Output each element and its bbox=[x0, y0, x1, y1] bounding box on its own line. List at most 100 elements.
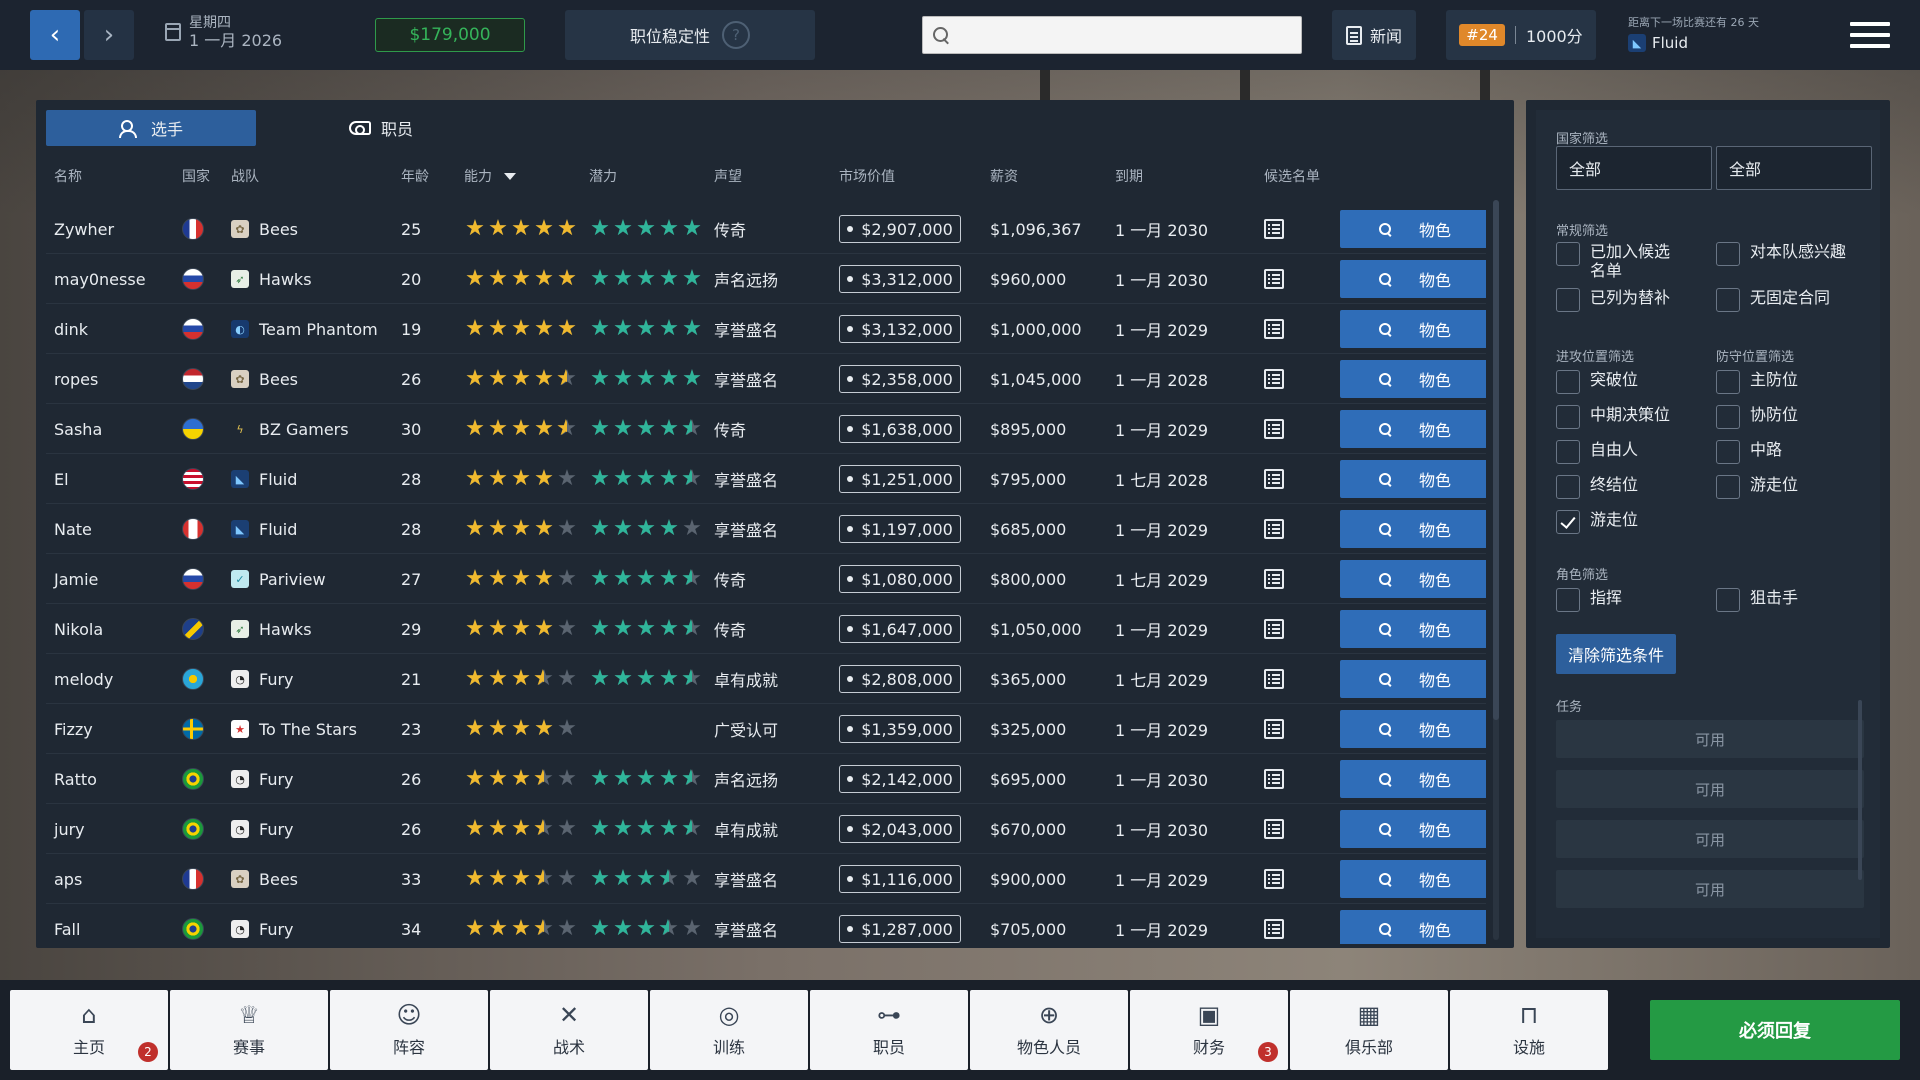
team-cell[interactable]: ϟ BZ Gamers bbox=[231, 404, 349, 454]
player-name[interactable]: Nate bbox=[54, 504, 92, 554]
shortlist-button[interactable] bbox=[1264, 254, 1284, 304]
shortlist-button[interactable] bbox=[1264, 204, 1284, 254]
nav-item-squad[interactable]: ☺ 阵容 bbox=[330, 990, 488, 1070]
shortlist-button[interactable] bbox=[1264, 854, 1284, 904]
scout-button[interactable]: 物色 bbox=[1340, 560, 1486, 598]
team-cell[interactable]: ➶ Hawks bbox=[231, 254, 312, 304]
player-name[interactable]: Sasha bbox=[54, 404, 102, 454]
job-security-button[interactable]: 职位稳定性 ? bbox=[565, 10, 815, 60]
table-row[interactable]: ropes ✿ Bees 26 ★ ★ ★ ★ ★ ★ ★ ★ ★ ★ ★ ★ ★ ★ ★ ★ ★ ★ ★ ★ 享誉盛名 $2,3… bbox=[46, 354, 1486, 404]
scout-button[interactable]: 物色 bbox=[1340, 760, 1486, 798]
column-header-expiry[interactable]: 到期 bbox=[1115, 166, 1143, 186]
table-row[interactable]: Nate◣Fluid28★★★★★★★★★★★★★★★★★★★★享誉盛名$1,1… bbox=[46, 504, 1486, 554]
column-header-nationality[interactable]: 国家 bbox=[182, 166, 210, 186]
market-value[interactable]: $1,647,000 bbox=[839, 604, 961, 654]
team-cell[interactable]: ◔ Fury bbox=[231, 904, 294, 944]
scout-button[interactable]: 物色 bbox=[1340, 210, 1486, 248]
market-value[interactable]: $2,358,000 bbox=[839, 354, 961, 404]
team-cell[interactable]: ✿ Bees bbox=[231, 854, 298, 904]
checkbox[interactable] bbox=[1556, 588, 1580, 612]
team-cell[interactable]: ✿ Bees bbox=[231, 204, 298, 254]
search-input[interactable] bbox=[959, 18, 1289, 52]
team-cell[interactable]: ◐ Team Phantom bbox=[231, 304, 378, 354]
checkbox[interactable] bbox=[1716, 288, 1740, 312]
market-value[interactable]: $1,359,000 bbox=[839, 704, 961, 754]
defense-position-checkbox[interactable]: 协防位 bbox=[1716, 405, 1798, 429]
column-header-ability[interactable]: 能力 bbox=[464, 166, 516, 186]
scout-button[interactable]: 物色 bbox=[1340, 660, 1486, 698]
column-header-market-value[interactable]: 市场价值 bbox=[839, 166, 895, 186]
must-reply-button[interactable]: 必须回复 bbox=[1650, 1000, 1900, 1060]
table-row[interactable]: Sasha ϟ BZ Gamers 30 ★ ★ ★ ★ ★ ★ ★ ★ ★ ★ ★ ★ ★ ★ ★ ★ ★ ★ ★ ★ 传奇 $… bbox=[46, 404, 1486, 454]
market-value[interactable]: $3,132,000 bbox=[839, 304, 961, 354]
checkbox[interactable] bbox=[1716, 475, 1740, 499]
scout-button[interactable]: 物色 bbox=[1340, 260, 1486, 298]
role-checkbox[interactable]: 指挥 bbox=[1556, 588, 1622, 612]
table-row[interactable]: Ratto◔Fury26★★★★★★★★★★★★★★★★★★★★声名远扬$2,1… bbox=[46, 754, 1486, 804]
team-cell[interactable]: ◔ Fury bbox=[231, 754, 294, 804]
player-name[interactable]: jury bbox=[54, 804, 85, 854]
shortlist-button[interactable] bbox=[1264, 454, 1284, 504]
player-name[interactable]: Fall bbox=[54, 904, 80, 944]
column-header-potential[interactable]: 潜力 bbox=[589, 166, 617, 186]
table-scrollbar[interactable] bbox=[1493, 200, 1499, 940]
team-cell[interactable]: ✿ Bees bbox=[231, 354, 298, 404]
team-cell[interactable]: ➶ Hawks bbox=[231, 604, 312, 654]
team-cell[interactable]: ◔ Fury bbox=[231, 654, 294, 704]
news-button[interactable]: 新闻 bbox=[1332, 10, 1416, 60]
shortlist-button[interactable] bbox=[1264, 654, 1284, 704]
shortlist-button[interactable] bbox=[1264, 704, 1284, 754]
general-filter-checkbox[interactable]: 已加入候选名单 bbox=[1556, 242, 1682, 280]
table-row[interactable]: dink ◐ Team Phantom 19 ★ ★ ★ ★ ★ ★ ★ ★ ★ ★ ★ ★ ★ ★ ★ ★ ★ ★ ★ ★ 享… bbox=[46, 304, 1486, 354]
market-value[interactable]: $2,142,000 bbox=[839, 754, 961, 804]
team-cell[interactable]: ◔ Fury bbox=[231, 804, 294, 854]
market-value[interactable]: $1,638,000 bbox=[839, 404, 961, 454]
checkbox[interactable] bbox=[1556, 288, 1580, 312]
balance-display[interactable]: $179,000 bbox=[375, 18, 525, 52]
shortlist-button[interactable] bbox=[1264, 504, 1284, 554]
player-name[interactable]: Ratto bbox=[54, 754, 97, 804]
scout-button[interactable]: 物色 bbox=[1340, 410, 1486, 448]
nav-item-training[interactable]: ◎ 训练 bbox=[650, 990, 808, 1070]
country-select-2[interactable]: 全部 bbox=[1716, 146, 1872, 190]
nav-item-trophy[interactable]: ♕ 赛事 bbox=[170, 990, 328, 1070]
table-row[interactable]: aps✿Bees33★★★★★★★★★★★★★★★★★★★★享誉盛名$1,116… bbox=[46, 854, 1486, 904]
defense-position-checkbox[interactable]: 游走位 bbox=[1716, 475, 1798, 499]
checkbox[interactable] bbox=[1716, 370, 1740, 394]
checkbox[interactable] bbox=[1716, 242, 1740, 266]
back-button[interactable]: ‹ bbox=[30, 10, 80, 60]
nav-item-facilities[interactable]: ⊓ 设施 bbox=[1450, 990, 1608, 1070]
market-value[interactable]: $2,043,000 bbox=[839, 804, 961, 854]
player-name[interactable]: aps bbox=[54, 854, 82, 904]
general-filter-checkbox[interactable]: 已列为替补 bbox=[1556, 288, 1670, 312]
general-filter-checkbox[interactable]: 无固定合同 bbox=[1716, 288, 1830, 312]
checkbox[interactable] bbox=[1716, 440, 1740, 464]
shortlist-button[interactable] bbox=[1264, 404, 1284, 454]
table-row[interactable]: Fizzy★To The Stars23★★★★★★★★★★广受认可$1,359… bbox=[46, 704, 1486, 754]
player-name[interactable]: Zywher bbox=[54, 204, 114, 254]
column-header-name[interactable]: 名称 bbox=[54, 166, 82, 186]
scout-button[interactable]: 物色 bbox=[1340, 460, 1486, 498]
player-name[interactable]: Fizzy bbox=[54, 704, 93, 754]
market-value[interactable]: $2,907,000 bbox=[839, 204, 961, 254]
scout-button[interactable]: 物色 bbox=[1340, 810, 1486, 848]
market-value[interactable]: $3,312,000 bbox=[839, 254, 961, 304]
task-slot[interactable]: 可用 bbox=[1556, 820, 1864, 858]
market-value[interactable]: $1,116,000 bbox=[839, 854, 961, 904]
nav-item-club[interactable]: ▦ 俱乐部 bbox=[1290, 990, 1448, 1070]
checkbox[interactable] bbox=[1556, 440, 1580, 464]
nav-item-scouting[interactable]: ⊕ 物色人员 bbox=[970, 990, 1128, 1070]
market-value[interactable]: $1,287,000 bbox=[839, 904, 961, 944]
scout-button[interactable]: 物色 bbox=[1340, 710, 1486, 748]
table-row[interactable]: Nikola➶Hawks29★★★★★★★★★★★★★★★★★★★★传奇$1,6… bbox=[46, 604, 1486, 654]
table-row[interactable]: El◣Fluid28★★★★★★★★★★★★★★★★★★★★享誉盛名$1,251… bbox=[46, 454, 1486, 504]
checkbox[interactable] bbox=[1556, 242, 1580, 266]
market-value[interactable]: $1,251,000 bbox=[839, 454, 961, 504]
task-slot[interactable]: 可用 bbox=[1556, 870, 1864, 908]
attack-position-checkbox[interactable]: 游走位 bbox=[1556, 510, 1638, 534]
market-value[interactable]: $1,080,000 bbox=[839, 554, 961, 604]
scout-button[interactable]: 物色 bbox=[1340, 910, 1486, 944]
player-name[interactable]: Jamie bbox=[54, 554, 98, 604]
shortlist-button[interactable] bbox=[1264, 604, 1284, 654]
country-select-1[interactable]: 全部 bbox=[1556, 146, 1712, 190]
